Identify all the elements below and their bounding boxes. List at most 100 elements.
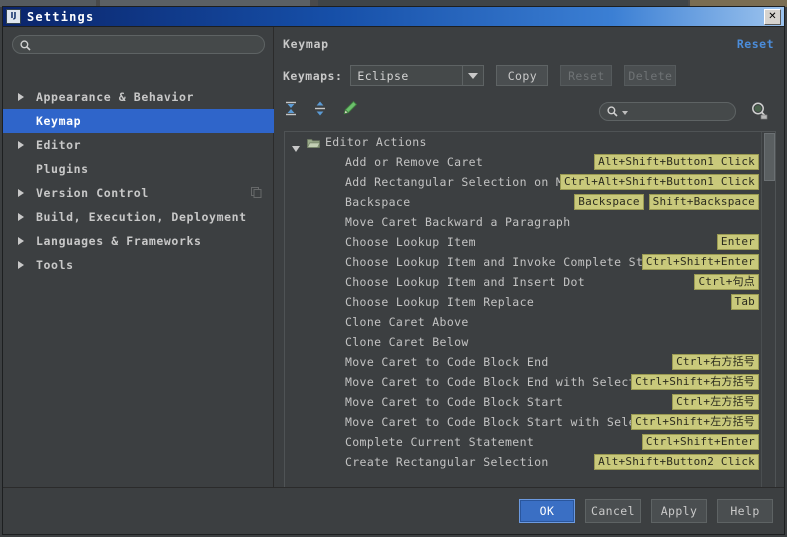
- sidebar-item-version-control[interactable]: Version Control: [3, 181, 274, 205]
- shortcut-badge[interactable]: Alt+Shift+Button1 Click: [594, 154, 759, 170]
- app-logo-icon: IJ: [6, 9, 21, 24]
- action-row[interactable]: Choose Lookup Item Replace Tab: [285, 292, 762, 312]
- page-title: Keymap: [283, 37, 329, 51]
- edit-shortcut-icon[interactable]: [342, 100, 358, 119]
- sidebar-search-box[interactable]: [12, 35, 265, 54]
- chevron-down-icon[interactable]: [622, 111, 628, 115]
- action-row[interactable]: Add Rectangular Selection on Mouse Drag …: [285, 172, 762, 192]
- shortcut-badge[interactable]: Ctrl+句点: [694, 274, 759, 290]
- close-icon[interactable]: ✕: [764, 9, 781, 25]
- shortcut-badge[interactable]: Ctrl+Shift+Enter: [641, 434, 759, 450]
- action-shortcuts: Ctrl+Shift+Enter: [641, 254, 759, 270]
- shortcut-badge[interactable]: Shift+Backspace: [648, 194, 759, 210]
- chevron-right-icon: [17, 140, 27, 150]
- cancel-button[interactable]: Cancel: [585, 499, 641, 523]
- action-shortcuts: Ctrl+Shift+左方括号: [631, 414, 759, 430]
- action-row[interactable]: Choose Lookup Item and Insert Dot Ctrl+句…: [285, 272, 762, 292]
- action-name: Clone Caret Below: [345, 335, 469, 349]
- search-icon: [20, 40, 31, 54]
- shortcut-badge[interactable]: Ctrl+Shift+右方括号: [631, 374, 759, 390]
- sidebar-item-build-execution-deployment[interactable]: Build, Execution, Deployment: [3, 205, 274, 229]
- search-icon: [607, 106, 618, 120]
- sidebar-item-keymap[interactable]: Keymap: [3, 109, 274, 133]
- action-row[interactable]: Choose Lookup Item Enter: [285, 232, 762, 252]
- keymap-dropdown[interactable]: Eclipse: [350, 65, 485, 86]
- action-row[interactable]: Clone Caret Below: [285, 332, 762, 352]
- shortcut-badge[interactable]: Ctrl+Alt+Shift+Button1 Click: [559, 174, 759, 190]
- actions-list-scrollbar[interactable]: [761, 132, 775, 498]
- action-name: Create Rectangular Selection: [345, 455, 549, 469]
- keymap-actions-list-inner: Editor Actions Add or Remove Caret Alt+S…: [285, 132, 762, 498]
- keymaps-label: Keymaps:: [283, 68, 343, 83]
- shortcut-badge[interactable]: Ctrl+左方括号: [672, 394, 759, 410]
- find-by-shortcut-icon[interactable]: [748, 100, 770, 122]
- action-name: Choose Lookup Item: [345, 235, 476, 249]
- action-row[interactable]: Move Caret to Code Block Start with Sele…: [285, 412, 762, 432]
- sidebar-item-editor[interactable]: Editor: [3, 133, 274, 157]
- settings-sidebar: Appearance & Behavior Keymap Editor Plug…: [3, 27, 274, 507]
- action-shortcuts: Ctrl+句点: [694, 274, 759, 290]
- collapse-all-icon[interactable]: [284, 101, 298, 119]
- action-shortcuts: Ctrl+Alt+Shift+Button1 Click: [559, 174, 759, 190]
- chevron-right-icon: [17, 236, 27, 246]
- action-row[interactable]: Move Caret to Code Block End Ctrl+右方括号: [285, 352, 762, 372]
- footer-button-group: OK Cancel Apply Help: [519, 499, 773, 523]
- action-row[interactable]: Choose Lookup Item and Invoke Complete S…: [285, 252, 762, 272]
- reset-keymap-button: Reset: [560, 65, 613, 86]
- action-name: Move Caret to Code Block Start: [345, 395, 564, 409]
- chevron-down-icon[interactable]: [462, 66, 483, 85]
- sidebar-item-label: Keymap: [36, 114, 82, 128]
- reset-link[interactable]: Reset: [737, 37, 774, 51]
- tree-group-editor-actions[interactable]: Editor Actions: [285, 132, 762, 152]
- help-button[interactable]: Help: [717, 499, 773, 523]
- keymap-selected-value: Eclipse: [357, 68, 409, 83]
- action-shortcuts: Ctrl+左方括号: [672, 394, 759, 410]
- shortcut-badge[interactable]: Enter: [716, 234, 759, 250]
- shortcut-badge[interactable]: Tab: [730, 294, 759, 310]
- sidebar-item-label: Plugins: [36, 162, 89, 176]
- chevron-right-icon: [17, 212, 27, 222]
- action-row[interactable]: Create Rectangular Selection Alt+Shift+B…: [285, 452, 762, 472]
- action-row[interactable]: Clone Caret Above: [285, 312, 762, 332]
- action-row[interactable]: Backspace Backspace Shift+Backspace: [285, 192, 762, 212]
- sidebar-item-appearance-behavior[interactable]: Appearance & Behavior: [3, 85, 274, 109]
- shortcut-badge[interactable]: Backspace: [574, 194, 644, 210]
- sidebar-item-plugins[interactable]: Plugins: [3, 157, 274, 181]
- expand-all-icon[interactable]: [313, 101, 327, 119]
- copy-keymap-button[interactable]: Copy: [496, 65, 549, 86]
- action-row[interactable]: Move Caret to Code Block End with Select…: [285, 372, 762, 392]
- shortcut-badge[interactable]: Ctrl+右方括号: [672, 354, 759, 370]
- ok-button[interactable]: OK: [519, 499, 575, 523]
- tree-group-label: Editor Actions: [325, 135, 427, 149]
- action-shortcuts: Ctrl+右方括号: [672, 354, 759, 370]
- shortcut-badge[interactable]: Ctrl+Shift+左方括号: [631, 414, 759, 430]
- action-row[interactable]: Move Caret to Code Block Start Ctrl+左方括号: [285, 392, 762, 412]
- keymap-panel: Keymap Reset Keymaps: Eclipse Copy Reset…: [274, 27, 784, 507]
- sidebar-search-input[interactable]: [39, 38, 261, 54]
- apply-button[interactable]: Apply: [651, 499, 707, 523]
- delete-keymap-button: Delete: [624, 65, 677, 86]
- no-chevron-icon: [17, 116, 27, 126]
- sidebar-item-label: Version Control: [36, 186, 149, 200]
- shortcut-badge[interactable]: Ctrl+Shift+Enter: [641, 254, 759, 270]
- keymap-actions-list[interactable]: Editor Actions Add or Remove Caret Alt+S…: [284, 131, 776, 499]
- action-name: Move Caret to Code Block End: [345, 355, 549, 369]
- chevron-right-icon: [17, 92, 27, 102]
- action-row[interactable]: Complete Current Statement Ctrl+Shift+En…: [285, 432, 762, 452]
- sidebar-item-tools[interactable]: Tools: [3, 253, 274, 277]
- keymap-selector-row: Keymaps: Eclipse Copy Reset Delete: [283, 65, 677, 86]
- action-name: Complete Current Statement: [345, 435, 535, 449]
- action-shortcuts: Enter: [716, 234, 759, 250]
- sidebar-item-label: Languages & Frameworks: [36, 234, 202, 248]
- shortcut-badge[interactable]: Alt+Shift+Button2 Click: [594, 454, 759, 470]
- action-row[interactable]: Move Caret Backward a Paragraph: [285, 212, 762, 232]
- action-shortcuts: Alt+Shift+Button1 Click: [594, 154, 759, 170]
- dialog-body: Appearance & Behavior Keymap Editor Plug…: [3, 27, 784, 507]
- scrollbar-thumb[interactable]: [764, 133, 775, 181]
- actions-filter-input[interactable]: [632, 105, 734, 120]
- copy-icon: [251, 187, 262, 198]
- action-shortcuts: Ctrl+Shift+Enter: [641, 434, 759, 450]
- actions-filter-search-box[interactable]: [599, 102, 736, 121]
- sidebar-item-languages-frameworks[interactable]: Languages & Frameworks: [3, 229, 274, 253]
- action-row[interactable]: Add or Remove Caret Alt+Shift+Button1 Cl…: [285, 152, 762, 172]
